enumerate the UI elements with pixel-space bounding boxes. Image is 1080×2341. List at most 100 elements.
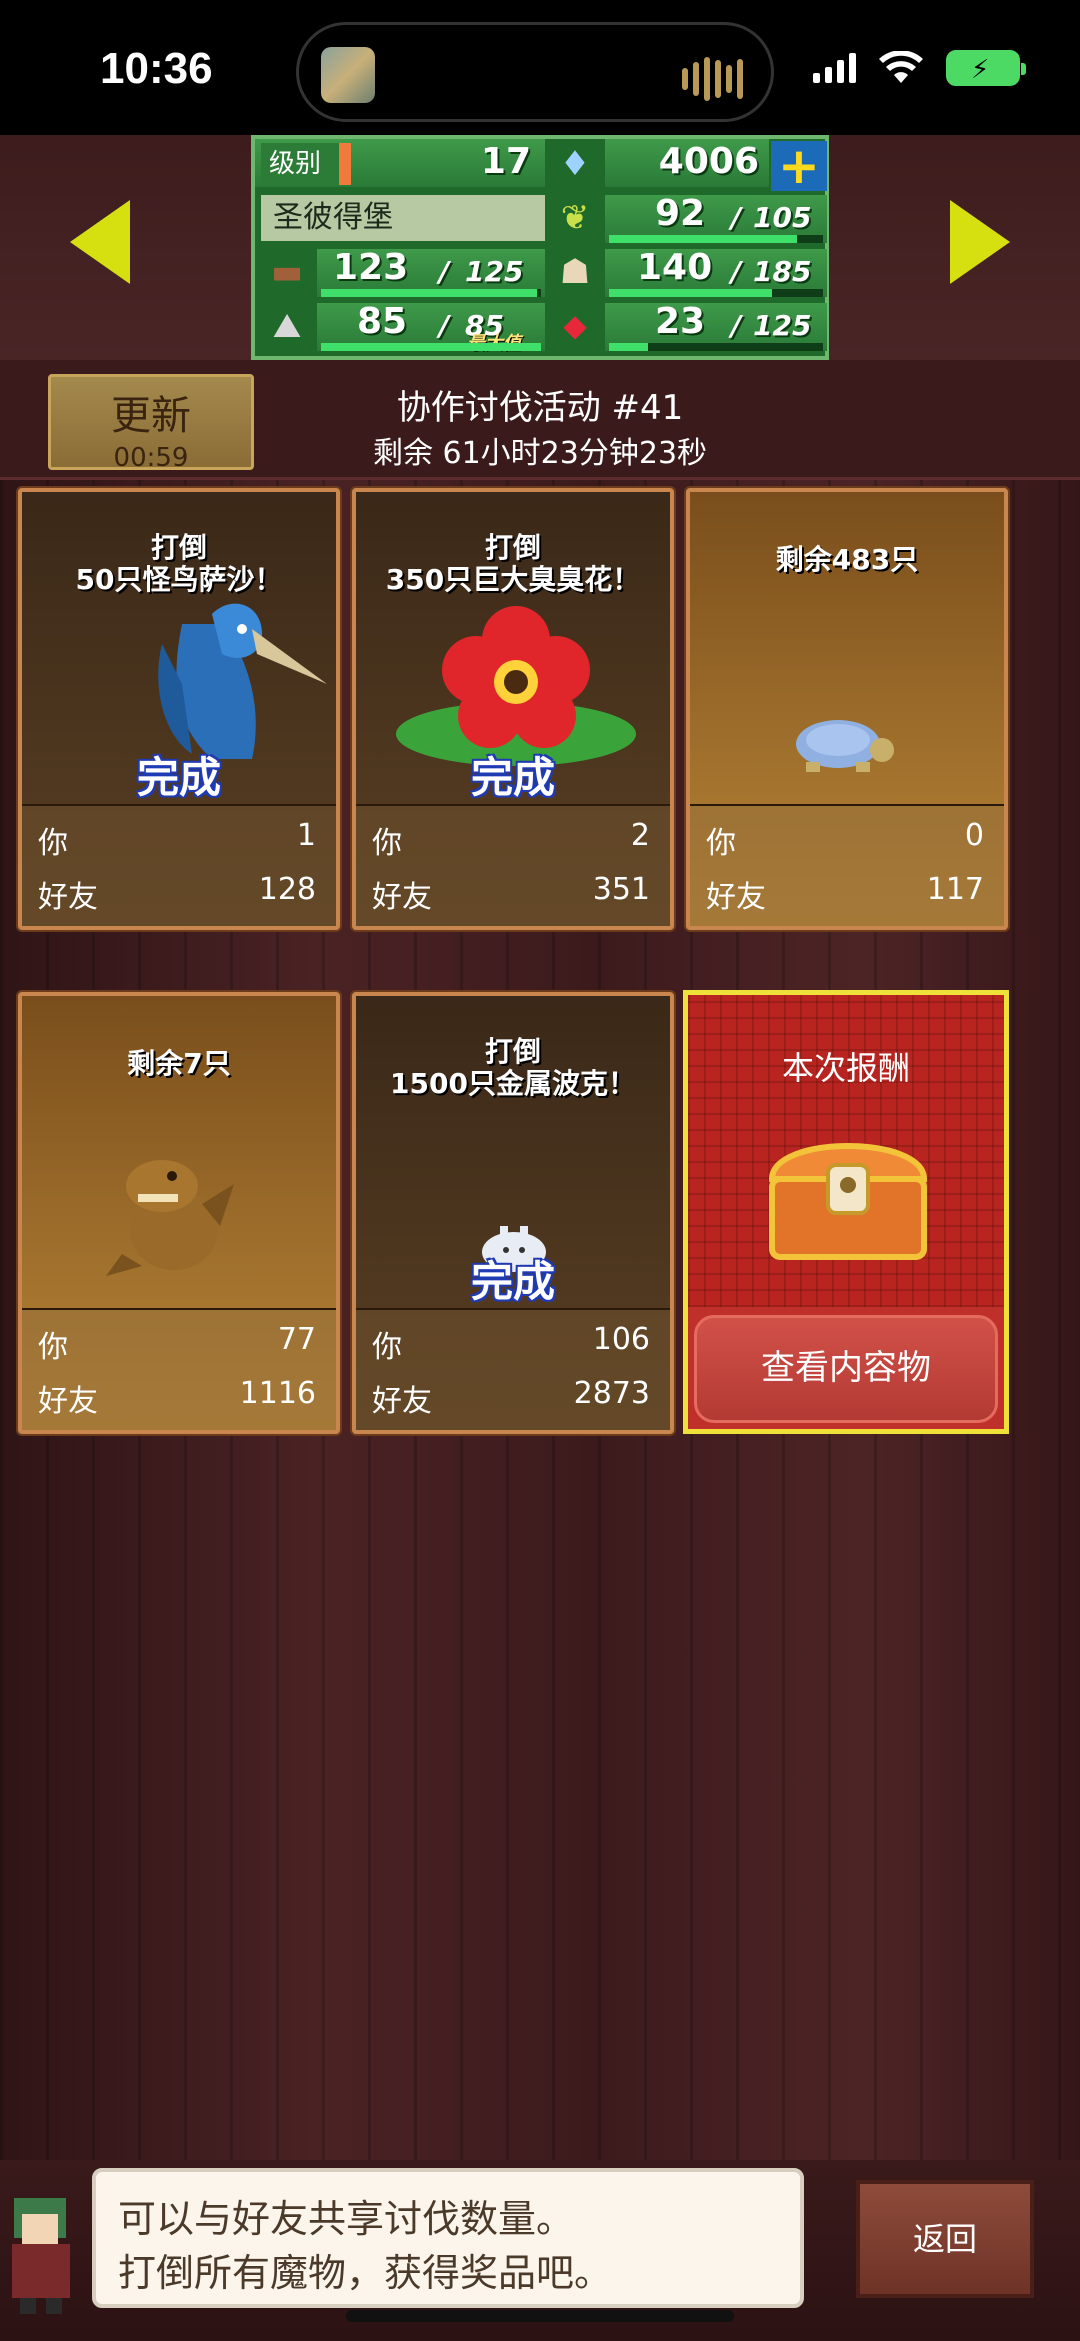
treasure-chest-icon [768, 1143, 928, 1260]
cellular-signal-icon [813, 53, 856, 83]
friends-count: 351 [592, 872, 650, 907]
friends-label: 好友 [372, 1384, 432, 1419]
population-max: 185 [753, 255, 812, 288]
hunt-card-flower[interactable]: 打倒 350只巨大臭臭花！ 完成 你 2 好友 351 [352, 488, 674, 930]
battery-charging-icon: ⚡ [946, 50, 1026, 86]
friends-label: 好友 [706, 880, 766, 915]
gems-cell: 4006 [605, 139, 769, 187]
you-count: 106 [592, 1322, 650, 1357]
resource-panel: 级别 17 ♦ 4006 + 圣彼得堡 ❦ 92 / 105 ▬ 123 / 1… [251, 135, 829, 360]
you-label: 你 [706, 826, 736, 861]
event-title: 协作讨伐活动 #41 [396, 388, 684, 428]
you-count: 1 [296, 818, 316, 853]
card-title-line1: 剩余483只 [775, 543, 919, 576]
friends-label: 好友 [372, 880, 432, 915]
you-count: 2 [630, 818, 650, 853]
bird-monster-sprite [158, 603, 327, 759]
ruby-value: 23 [655, 301, 706, 342]
friends-count: 117 [926, 872, 984, 907]
friends-label: 好友 [38, 880, 98, 915]
previous-city-arrow-icon[interactable] [70, 200, 130, 284]
food-max: 105 [753, 201, 812, 234]
wifi-icon [879, 51, 923, 83]
resource-bar: 级别 17 ♦ 4006 + 圣彼得堡 ❦ 92 / 105 ▬ 123 / 1… [0, 135, 1080, 360]
home-indicator[interactable] [346, 2310, 734, 2322]
level-cell: 级别 17 [255, 139, 545, 187]
gems-value: 4006 [658, 141, 759, 182]
reward-panel: 本次报酬 [688, 995, 1004, 1307]
advisor-character-avatar [12, 2198, 70, 2314]
tip-line2: 打倒所有魔物，获得奖品吧。 [118, 2251, 613, 2295]
card-title-line2: 1500只金属波克！ [390, 1067, 636, 1100]
food-cell: 92 / 105 [605, 193, 827, 243]
card-done-label: 完成 [136, 753, 221, 802]
stone-progress-bar [321, 343, 541, 351]
food-progress-bar [609, 235, 823, 243]
card-stats: 你 77 好友 1116 [22, 1308, 336, 1430]
friends-count: 128 [258, 872, 316, 907]
level-progress-bar [339, 143, 351, 185]
next-city-arrow-icon[interactable] [950, 200, 1010, 284]
event-header: 更新 00:59 协作讨伐活动 #41 剩余 61小时23分钟23秒 [0, 360, 1080, 480]
reward-title: 本次报酬 [781, 1049, 910, 1087]
ruby-icon: ⬥ [563, 306, 587, 346]
hunt-card-turtle[interactable]: 剩余483只 你 0 好友 117 [686, 488, 1008, 930]
card-title-line1: 剩余7只 [127, 1047, 231, 1080]
status-bar: 10:36 ⚡ [0, 0, 1080, 135]
you-label: 你 [38, 1330, 68, 1365]
card-title-line2: 350只巨大臭臭花！ [385, 563, 641, 596]
population-icon: ☗ [559, 252, 591, 292]
hunt-card-dragon[interactable]: 剩余7只 你 77 好友 1116 [18, 992, 340, 1434]
ruby-progress-bar [609, 343, 823, 351]
food-icon: ❦ [560, 198, 590, 238]
hunt-card-bird[interactable]: 打倒 50只怪鸟萨沙！ 完成 你1 好友 128 [18, 488, 340, 930]
ruby-max: 125 [753, 309, 812, 342]
you-label: 你 [38, 826, 68, 861]
food-value: 92 [655, 193, 706, 234]
stone-icon: ⛰ [272, 306, 302, 346]
back-button[interactable]: 返回 [856, 2180, 1034, 2298]
tip-dialog: 可以与好友共享讨伐数量。 打倒所有魔物，获得奖品吧。 [92, 2168, 804, 2308]
friends-count: 2873 [573, 1376, 650, 1411]
reward-card: 本次报酬 查看内容物 [683, 990, 1009, 1434]
stone-cell: 85 / 85 最大值 [317, 301, 545, 354]
diamond-icon: ♦ [559, 144, 591, 184]
you-count: 77 [277, 1322, 316, 1357]
now-playing-thumbnail [321, 47, 375, 103]
card-title-line1: 打倒 [484, 1035, 541, 1068]
wood-max: 125 [465, 255, 524, 288]
population-progress-bar [609, 289, 823, 297]
population-value: 140 [637, 247, 713, 288]
tip-line1: 可以与好友共享讨伐数量。 [118, 2197, 575, 2241]
update-timer: 00:59 [113, 443, 189, 473]
update-button[interactable]: 更新 00:59 [48, 374, 254, 473]
stone-value: 85 [357, 301, 408, 342]
turtle-monster-sprite [796, 720, 894, 772]
friends-label: 好友 [38, 1384, 98, 1419]
card-done-label: 完成 [470, 1257, 555, 1306]
update-label: 更新 [111, 393, 191, 439]
dynamic-island[interactable] [296, 22, 774, 122]
status-time: 10:36 [100, 44, 213, 93]
view-contents-button[interactable]: 查看内容物 [694, 1315, 998, 1423]
you-count: 0 [964, 818, 984, 853]
population-cell: 140 / 185 [605, 247, 827, 297]
level-label: 级别 [261, 143, 341, 185]
card-stats: 你 1 好友 128 [22, 804, 336, 926]
wood-log-icon: ▬ [270, 252, 304, 292]
max-tag: 最大值 [467, 329, 521, 355]
friends-count: 1116 [239, 1376, 316, 1411]
card-stats: 你 0 好友 117 [690, 804, 1004, 926]
card-stats: 你 2 好友 351 [356, 804, 670, 926]
event-remaining-time: 剩余 61小时23分钟23秒 [372, 436, 708, 471]
card-title-line1: 打倒 [484, 531, 541, 564]
wood-cell: 123 / 125 [317, 247, 545, 297]
dragon-monster-sprite [106, 1160, 234, 1276]
card-title-line1: 打倒 [150, 531, 207, 564]
wood-value: 123 [333, 247, 409, 288]
audio-waveform-icon [682, 57, 743, 101]
card-stats: 你 106 好友 2873 [356, 1308, 670, 1430]
buy-gems-plus-button[interactable]: + [771, 141, 827, 191]
wood-progress-bar [321, 289, 541, 297]
hunt-card-metal-slime[interactable]: 打倒 1500只金属波克！ 完成 你 106 好友 2873 [352, 992, 674, 1434]
